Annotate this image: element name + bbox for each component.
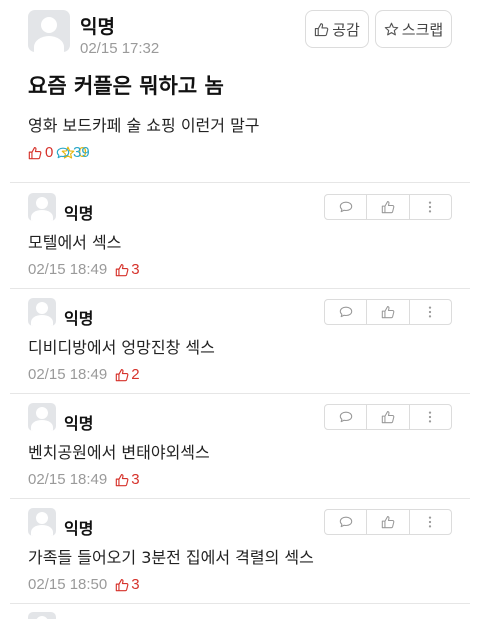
- thumbs-up-icon: [115, 578, 129, 591]
- thumbs-up-icon: [381, 306, 395, 319]
- reply-button[interactable]: [325, 510, 368, 534]
- divider: [10, 182, 470, 183]
- reply-button[interactable]: [325, 300, 368, 324]
- like-button[interactable]: 공감: [305, 10, 369, 48]
- comment-like-value: 3: [131, 471, 140, 488]
- comment-item: 익명 가족들 들어오기 3분전 집에서 격렬의 섹스 02/15 18:50 3: [28, 508, 452, 608]
- comment-actions: [324, 194, 452, 220]
- comment-meta: 02/15 18:49 3: [28, 471, 140, 488]
- comment-meta: 02/15 18:49 2: [28, 366, 140, 383]
- avatar: [28, 193, 56, 221]
- divider: [10, 393, 470, 394]
- avatar: [28, 612, 56, 619]
- more-vertical-icon: [429, 411, 432, 423]
- comment-like-button[interactable]: [367, 300, 410, 324]
- comment-actions: [324, 404, 452, 430]
- more-vertical-icon: [429, 306, 432, 318]
- divider: [10, 498, 470, 499]
- like-count-value: 0: [45, 144, 54, 161]
- comment-time: 02/15 18:50: [28, 576, 108, 593]
- comment-count: 39: [56, 103, 480, 203]
- post-title: 요즘 커플은 뭐하고 놈: [28, 74, 224, 98]
- star-icon: [384, 22, 399, 35]
- scrap-button[interactable]: 스크랩: [375, 10, 452, 48]
- comment-like-count: 3: [115, 261, 140, 278]
- comment-meta: 02/15 18:50 3: [28, 576, 140, 593]
- comment-time: 02/15 18:49: [28, 471, 108, 488]
- more-vertical-icon: [429, 516, 432, 528]
- post-stats: 0 39 0: [28, 144, 95, 161]
- comment-like-count: 3: [115, 471, 140, 488]
- post-date: 02/15 17:32: [80, 40, 160, 57]
- comment-count-value: 39: [73, 144, 90, 161]
- speech-bubble-icon: [339, 411, 352, 423]
- comment-like-count: 3: [115, 576, 140, 593]
- comment-time: 02/15 18:49: [28, 366, 108, 383]
- comment-like-value: 3: [131, 261, 140, 278]
- like-button-label: 공감: [332, 20, 360, 39]
- comment-time: 02/15 18:49: [28, 261, 108, 278]
- comment-item: 익명 모텔에서 섹스 02/15 18:49 3: [28, 193, 452, 293]
- comment-text: 벤치공원에서 변태야외섹스: [28, 443, 210, 462]
- comment-meta: 02/15 18:49 3: [28, 261, 140, 278]
- thumbs-up-icon: [381, 516, 395, 529]
- comment-author: 익명: [64, 204, 94, 223]
- avatar: [28, 508, 56, 536]
- divider: [10, 288, 470, 289]
- like-count: 0: [28, 144, 53, 161]
- comment-item: 익명 디비디방에서 엉망진창 섹스 02/15 18:49 2: [28, 298, 452, 398]
- divider: [10, 603, 470, 604]
- avatar: [28, 298, 56, 326]
- scrap-button-label: 스크랩: [401, 20, 444, 39]
- comment-like-button[interactable]: [367, 405, 410, 429]
- comment-text: 모텔에서 섹스: [28, 233, 122, 252]
- reply-button[interactable]: [325, 195, 368, 219]
- comment-text: 디비디방에서 엉망진창 섹스: [28, 338, 215, 357]
- comment-text: 가족들 들어오기 3분전 집에서 격렬의 섹스: [28, 548, 314, 567]
- post-author: 익명: [80, 16, 115, 38]
- comment-actions: [324, 299, 452, 325]
- thumbs-up-icon: [315, 22, 329, 36]
- thumbs-up-icon: [115, 263, 129, 276]
- avatar: [28, 403, 56, 431]
- more-button[interactable]: [410, 405, 451, 429]
- comment-like-button[interactable]: [367, 195, 410, 219]
- thumbs-up-icon: [381, 201, 395, 214]
- avatar: [28, 10, 70, 52]
- comment-author: 익명: [64, 519, 94, 538]
- comment-like-value: 3: [131, 576, 140, 593]
- comment-item: 익명 벤치공원에서 변태야외섹스 02/15 18:49 3: [28, 403, 452, 503]
- more-button[interactable]: [410, 300, 451, 324]
- post-header: 익명 02/15 17:32 공감 스크랩: [28, 10, 452, 58]
- speech-bubble-icon: [339, 201, 352, 213]
- comment-author: 익명: [64, 309, 94, 328]
- thumbs-up-icon: [28, 146, 42, 159]
- more-button[interactable]: [410, 195, 451, 219]
- comment-author: 익명: [64, 414, 94, 433]
- more-button[interactable]: [410, 510, 451, 534]
- speech-bubble-icon: [339, 516, 352, 528]
- thumbs-up-icon: [115, 473, 129, 486]
- thumbs-up-icon: [115, 368, 129, 381]
- speech-bubble-icon: [339, 306, 352, 318]
- comment-like-count: 2: [115, 366, 140, 383]
- more-vertical-icon: [429, 201, 432, 213]
- comment-like-button[interactable]: [367, 510, 410, 534]
- comment-like-value: 2: [131, 366, 140, 383]
- reply-button[interactable]: [325, 405, 368, 429]
- comment-actions: [324, 509, 452, 535]
- thumbs-up-icon: [381, 411, 395, 424]
- speech-bubble-icon: [56, 147, 70, 158]
